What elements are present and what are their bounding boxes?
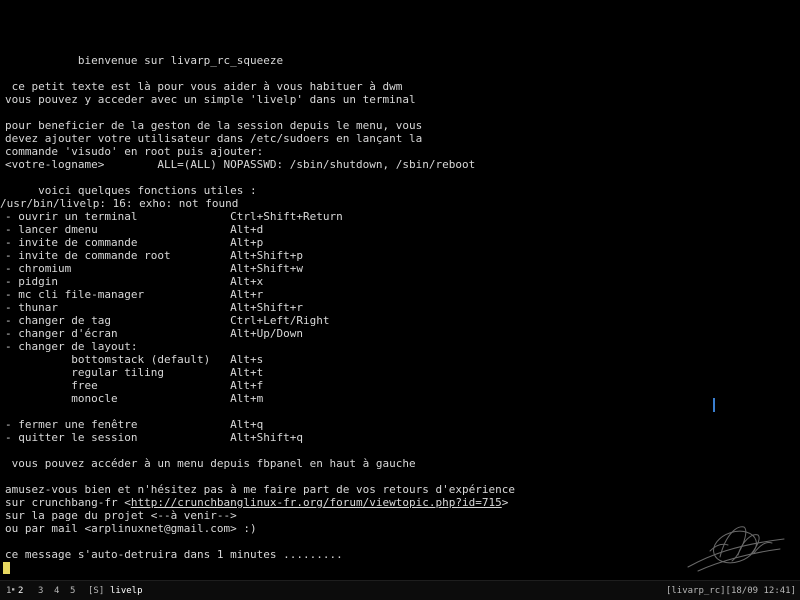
layout-line: regular tiling Alt+t xyxy=(5,366,264,379)
terminal-line: pour beneficier de la geston de la sessi… xyxy=(5,119,423,132)
desktop-screen: bienvenue sur livarp_rc_squeeze ce petit… xyxy=(0,0,800,600)
terminal-window[interactable]: bienvenue sur livarp_rc_squeeze ce petit… xyxy=(0,0,800,580)
terminal-line-sudoers: <votre-logname> ALL=(ALL) NOPASSWD: /sbi… xyxy=(5,158,476,171)
layout-line: monocle Alt+m xyxy=(5,392,264,405)
tag-1[interactable]: 1▪ xyxy=(6,585,15,597)
shortcut-line: - invite de commande root Alt+Shift+p xyxy=(5,249,304,262)
tag-5[interactable]: 5 xyxy=(70,585,75,597)
terminal-line: ce petit texte est là pour vous aider à … xyxy=(5,80,403,93)
shortcut-line: - lancer dmenu Alt+d xyxy=(5,223,264,236)
shortcut-line: - changer de tag Ctrl+Left/Right xyxy=(5,314,330,327)
shortcut-line: - changer de layout: xyxy=(5,340,138,353)
layout-line: free Alt+f xyxy=(5,379,264,392)
shortcut-line: - mc cli file-manager Alt+r xyxy=(5,288,264,301)
status-text: [livarp_rc][18/09 12:41] xyxy=(665,586,796,596)
terminal-line: amusez-vous bien et n'hésitez pas à me f… xyxy=(5,483,515,496)
tag-occupied-indicator-icon: ▪ xyxy=(11,586,16,593)
dwm-status-bar: 1▪ 2 3 4 5 [S] livelp [livarp_rc][18/09 … xyxy=(0,580,800,600)
terminal-line-link[interactable]: sur crunchbang-fr <http://crunchbanglinu… xyxy=(5,496,508,509)
shortcut-line: - invite de commande Alt+p xyxy=(5,236,264,249)
shortcut-line: - changer d'écran Alt+Up/Down xyxy=(5,327,304,340)
terminal-line: devez ajouter votre utilisateur dans /et… xyxy=(5,132,423,145)
window-title: livelp xyxy=(110,586,143,596)
shortcut-line: - pidgin Alt+x xyxy=(5,275,264,288)
signature-logo-icon xyxy=(687,526,785,572)
terminal-line-welcome: bienvenue sur livarp_rc_squeeze xyxy=(5,54,284,67)
terminal-line-heading: voici quelques fonctions utiles : xyxy=(5,184,257,197)
shortcut-line: - ouvrir un terminal Ctrl+Shift+Return xyxy=(5,210,343,223)
tag-3[interactable]: 3 xyxy=(38,585,43,597)
shortcut-line: - thunar Alt+Shift+r xyxy=(5,301,304,314)
text-caret-icon xyxy=(713,398,715,412)
shortcut-line: - chromium Alt+Shift+w xyxy=(5,262,304,275)
terminal-line-countdown: ce message s'auto-detruira dans 1 minute… xyxy=(5,548,343,561)
shortcut-line: - fermer une fenêtre Alt+q xyxy=(5,418,264,431)
forum-link[interactable]: http://crunchbanglinux-fr.org/forum/view… xyxy=(131,496,502,509)
terminal-line: vous pouvez accéder à un menu depuis fbp… xyxy=(5,457,416,470)
terminal-line: sur la page du projet <--à venir--> xyxy=(5,509,237,522)
shortcut-line: - quitter le session Alt+Shift+q xyxy=(5,431,304,444)
terminal-line: commande 'visudo' en root puis ajouter: xyxy=(5,145,264,158)
layout-symbol[interactable]: [S] xyxy=(88,585,104,597)
layout-line: bottomstack (default) Alt+s xyxy=(5,353,264,366)
tag-4[interactable]: 4 xyxy=(54,585,59,597)
terminal-line: vous pouvez y acceder avec un simple 'li… xyxy=(5,93,416,106)
terminal-line-mail: ou par mail <arplinuxnet@gmail.com> :) xyxy=(5,522,257,535)
tag-2[interactable]: 2 xyxy=(18,585,23,597)
terminal-cursor xyxy=(3,562,10,574)
terminal-line-error: /usr/bin/livelp: 16: exho: not found xyxy=(0,197,239,210)
